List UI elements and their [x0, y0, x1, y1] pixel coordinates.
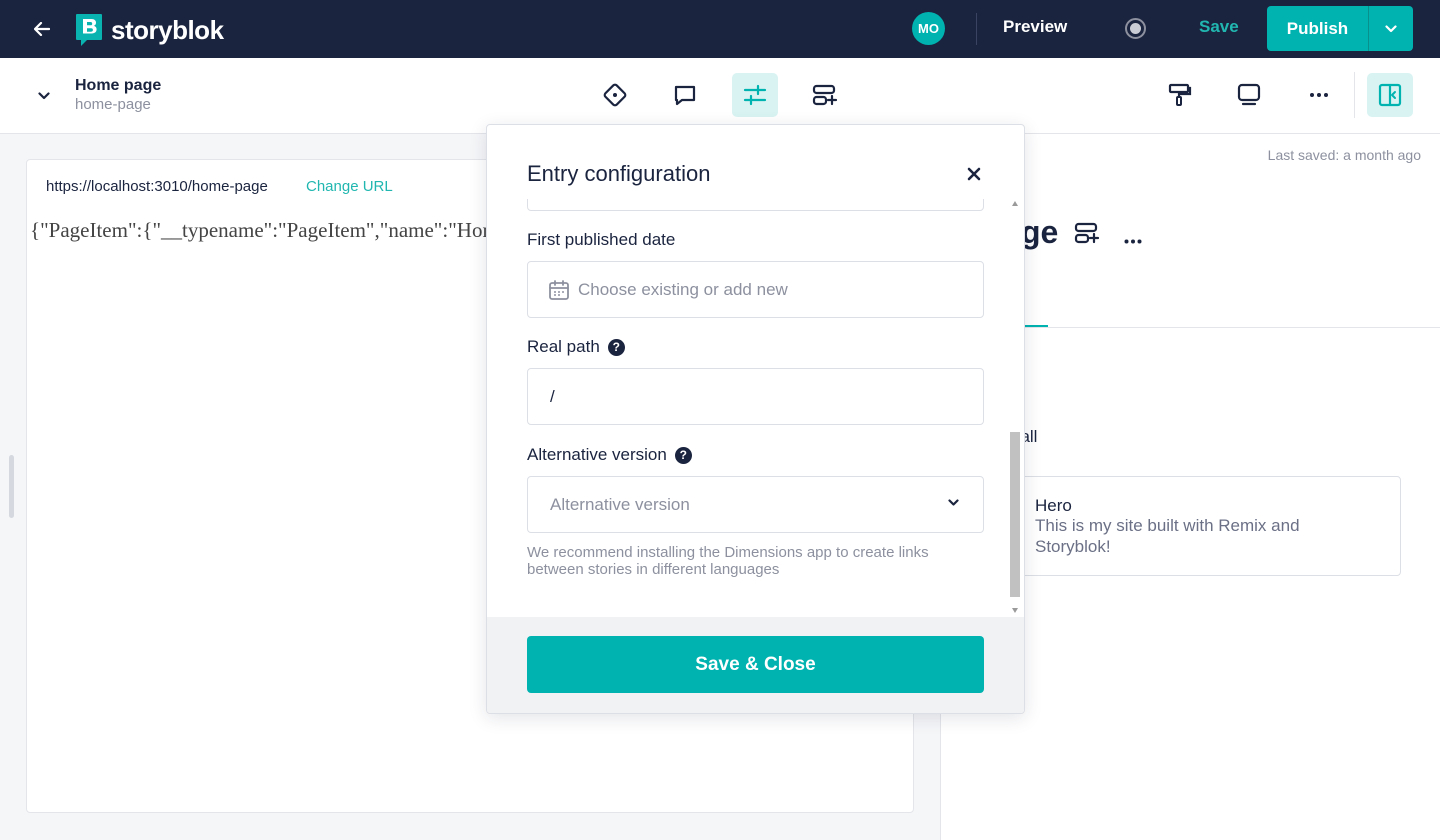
chevron-down-icon: [38, 92, 50, 100]
block-name: Hero: [1035, 496, 1072, 515]
change-url-link[interactable]: Change URL: [306, 178, 393, 195]
entry-config-button[interactable]: [732, 73, 778, 117]
top-bar: storyblok MO Preview Save Publish: [0, 0, 1440, 58]
close-icon[interactable]: [964, 164, 984, 184]
calendar-icon: [549, 279, 569, 300]
more-options-button[interactable]: [1296, 73, 1342, 117]
monitor-icon: [1237, 83, 1261, 106]
device-preview-button[interactable]: [1226, 73, 1272, 117]
logo-text: storyblok: [111, 14, 224, 45]
chevron-down-icon: [1385, 24, 1397, 32]
storyblok-logo: storyblok: [75, 13, 224, 47]
preview-button[interactable]: Preview: [1003, 17, 1067, 37]
save-button[interactable]: Save: [1199, 17, 1239, 37]
block-item-hero[interactable]: Hero This is my site built with Remix an…: [1007, 476, 1401, 576]
paint-roller-icon: [1168, 83, 1192, 106]
scroll-thumb[interactable]: [1010, 432, 1020, 597]
alternative-version-label-text: Alternative version: [527, 445, 667, 464]
topbar-divider: [976, 13, 977, 45]
modal-body: First published date Choose existing or …: [487, 199, 1024, 617]
panel-story-title: ge: [1021, 214, 1059, 250]
modal-scrollbar[interactable]: [1008, 197, 1022, 617]
back-arrow-icon[interactable]: [28, 17, 56, 41]
story-slug: home-page: [75, 96, 151, 113]
entry-configuration-modal: Entry configuration First published date…: [486, 124, 1025, 714]
more-horizontal-icon: [1310, 93, 1328, 97]
publish-dropdown-button[interactable]: [1368, 6, 1413, 51]
story-title: Home page: [75, 77, 162, 94]
publish-group: Publish: [1267, 6, 1413, 51]
save-and-close-button[interactable]: Save & Close: [527, 636, 984, 693]
record-icon[interactable]: [1125, 18, 1146, 39]
preview-url: https://localhost:3010/home-page: [46, 178, 268, 195]
alternative-version-hint: We recommend installing the Dimensions a…: [527, 544, 929, 578]
first-published-label-text: First published date: [527, 230, 676, 249]
modal-footer: Save & Close: [487, 617, 1024, 713]
add-block-icon: [812, 84, 838, 106]
sidebar-panel-icon: [1378, 83, 1402, 107]
real-path-label-text: Real path: [527, 337, 600, 356]
history-button[interactable]: [592, 73, 638, 117]
publish-button[interactable]: Publish: [1267, 6, 1368, 51]
modal-title: Entry configuration: [527, 161, 711, 186]
comments-button[interactable]: [662, 73, 708, 117]
date-placeholder: Choose existing or add new: [578, 279, 788, 299]
alternative-version-placeholder: Alternative version: [550, 494, 690, 514]
comment-icon: [674, 85, 696, 106]
help-icon[interactable]: ?: [674, 446, 692, 464]
format-button[interactable]: [1157, 73, 1203, 117]
add-block-icon[interactable]: [1074, 220, 1100, 251]
first-published-label: First published date: [527, 230, 675, 250]
block-description: This is my site built with Remix and Sto…: [1035, 516, 1300, 556]
alternative-version-label: Alternative version ?: [527, 445, 692, 465]
previous-field-input[interactable]: [527, 199, 984, 211]
user-avatar[interactable]: MO: [912, 12, 945, 45]
resize-handle[interactable]: [9, 455, 14, 518]
scroll-up-arrow[interactable]: [1012, 201, 1018, 206]
chevron-down-icon: [948, 499, 959, 506]
toolbar-divider: [1354, 72, 1355, 118]
preview-json-content: {"PageItem":{"__typename":"PageItem","na…: [30, 218, 550, 242]
real-path-input[interactable]: /: [527, 368, 984, 425]
help-icon[interactable]: ?: [607, 338, 625, 356]
alternative-version-select[interactable]: Alternative version: [527, 476, 984, 533]
diamond-icon: [603, 83, 627, 107]
sliders-icon: [743, 84, 767, 106]
more-horizontal-icon[interactable]: [1124, 231, 1142, 249]
real-path-label: Real path ?: [527, 337, 625, 357]
last-saved-text: Last saved: a month ago: [1267, 147, 1421, 163]
story-toolbar: Home page home-page: [0, 58, 1440, 134]
add-block-button[interactable]: [802, 73, 848, 117]
scroll-down-arrow[interactable]: [1012, 608, 1018, 613]
real-path-value: /: [550, 386, 555, 406]
toggle-sidebar-button[interactable]: [1367, 73, 1413, 117]
first-published-date-input[interactable]: Choose existing or add new: [527, 261, 984, 318]
storyblok-logo-icon: [76, 14, 102, 46]
story-menu-toggle[interactable]: [32, 86, 56, 106]
